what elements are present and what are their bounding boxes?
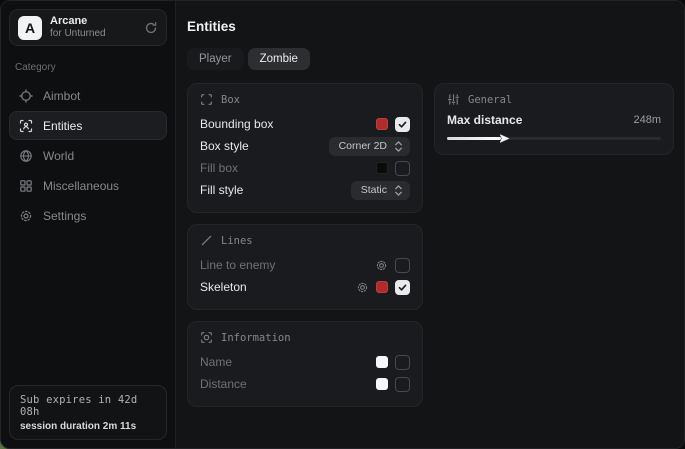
dropdown-value: Corner 2D <box>339 140 387 152</box>
brand-logo: A <box>18 16 42 40</box>
globe-icon <box>19 149 33 163</box>
sidebar: A Arcane for Unturned Category <box>1 1 176 448</box>
line-icon <box>200 234 213 247</box>
sliders-icon <box>447 93 460 106</box>
sidebar-nav: Aimbot Entities <box>9 81 167 230</box>
sidebar-item-label: World <box>43 149 74 163</box>
chevron-expand-icon <box>394 185 403 196</box>
setting-row-line-to-enemy: Line to enemy <box>200 254 410 276</box>
line-to-enemy-checkbox[interactable] <box>395 258 410 273</box>
lines-card-header: Lines <box>200 234 410 247</box>
setting-row-distance: Distance <box>200 373 410 395</box>
color-swatch[interactable] <box>376 378 388 390</box>
skeleton-checkbox[interactable] <box>395 280 410 295</box>
setting-label: Box style <box>200 139 249 153</box>
brand-initial: A <box>25 20 35 36</box>
color-swatch[interactable] <box>376 162 388 174</box>
sidebar-item-label: Entities <box>43 119 82 133</box>
setting-row-bounding-box: Bounding box <box>200 113 410 135</box>
subscription-expiry: Sub expires in 42d 08h <box>20 394 156 418</box>
chevron-expand-icon <box>394 141 403 152</box>
sidebar-item-label: Settings <box>43 209 86 223</box>
entities-scan-icon <box>19 119 33 133</box>
color-swatch[interactable] <box>376 356 388 368</box>
box-corners-icon <box>200 93 213 106</box>
max-distance-slider[interactable] <box>447 137 661 140</box>
information-card-header: Information <box>200 331 410 344</box>
tab-bar: Player Zombie <box>187 48 674 70</box>
sidebar-item-world[interactable]: World <box>9 141 167 170</box>
brand-subtitle: for Unturned <box>50 28 136 40</box>
dropdown-value: Static <box>361 184 387 196</box>
slider-thumb[interactable] <box>500 134 510 143</box>
setting-label: Fill style <box>200 183 243 197</box>
lines-card: Lines Line to enemy <box>187 224 423 310</box>
general-card-title: General <box>468 94 512 106</box>
sidebar-item-label: Miscellaneous <box>43 179 119 193</box>
lines-card-title: Lines <box>221 235 253 247</box>
row-settings-gear-icon[interactable] <box>356 281 369 294</box>
category-label: Category <box>15 62 161 73</box>
brand-card: A Arcane for Unturned <box>9 9 167 46</box>
bounding-box-checkbox[interactable] <box>395 117 410 132</box>
information-card-title: Information <box>221 332 291 344</box>
distance-checkbox[interactable] <box>395 377 410 392</box>
setting-row-box-style: Box style Corner 2D <box>200 135 410 157</box>
app-window: A Arcane for Unturned Category <box>0 0 685 449</box>
setting-row-name: Name <box>200 351 410 373</box>
setting-label: Skeleton <box>200 280 247 294</box>
name-checkbox[interactable] <box>395 355 410 370</box>
color-swatch[interactable] <box>376 118 388 130</box>
fill-box-checkbox[interactable] <box>395 161 410 176</box>
sidebar-item-settings[interactable]: Settings <box>9 201 167 230</box>
main-panel: Entities Player Zombie Box <box>176 1 685 448</box>
max-distance-label: Max distance <box>447 113 522 127</box>
box-card: Box Bounding box Box style <box>187 83 423 213</box>
info-scan-icon <box>200 331 213 344</box>
refresh-icon[interactable] <box>144 21 158 35</box>
setting-row-fill-style: Fill style Static <box>200 179 410 201</box>
session-duration: session duration 2m 11s <box>20 421 156 432</box>
box-card-header: Box <box>200 93 410 106</box>
page-title: Entities <box>187 19 674 34</box>
setting-label: Bounding box <box>200 117 273 131</box>
crosshair-icon <box>19 89 33 103</box>
setting-label: Fill box <box>200 161 238 175</box>
setting-row-fill-box: Fill box <box>200 157 410 179</box>
max-distance-row: Max distance 248m <box>447 113 661 127</box>
slider-fill <box>447 137 501 140</box>
information-card: Information Name Distance <box>187 321 423 407</box>
content-columns: Box Bounding box Box style <box>187 83 674 407</box>
tab-player[interactable]: Player <box>187 48 244 70</box>
row-settings-gear-icon[interactable] <box>375 259 388 272</box>
max-distance-value: 248m <box>633 114 661 126</box>
grid-icon <box>19 179 33 193</box>
sidebar-item-label: Aimbot <box>43 89 80 103</box>
setting-label: Distance <box>200 377 247 391</box>
subscription-card: Sub expires in 42d 08h session duration … <box>9 385 167 440</box>
sidebar-item-miscellaneous[interactable]: Miscellaneous <box>9 171 167 200</box>
setting-label: Line to enemy <box>200 258 275 272</box>
tab-zombie[interactable]: Zombie <box>248 48 310 70</box>
box-card-title: Box <box>221 94 240 106</box>
sidebar-item-entities[interactable]: Entities <box>9 111 167 140</box>
brand-name: Arcane <box>50 15 136 28</box>
fill-style-dropdown[interactable]: Static <box>351 181 410 200</box>
general-card: General Max distance 248m <box>434 83 674 155</box>
color-swatch[interactable] <box>376 281 388 293</box>
brand-text: Arcane for Unturned <box>50 15 136 39</box>
sidebar-item-aimbot[interactable]: Aimbot <box>9 81 167 110</box>
setting-label: Name <box>200 355 232 369</box>
gear-icon <box>19 209 33 223</box>
box-style-dropdown[interactable]: Corner 2D <box>329 137 410 156</box>
setting-row-skeleton: Skeleton <box>200 276 410 298</box>
general-card-header: General <box>447 93 661 106</box>
